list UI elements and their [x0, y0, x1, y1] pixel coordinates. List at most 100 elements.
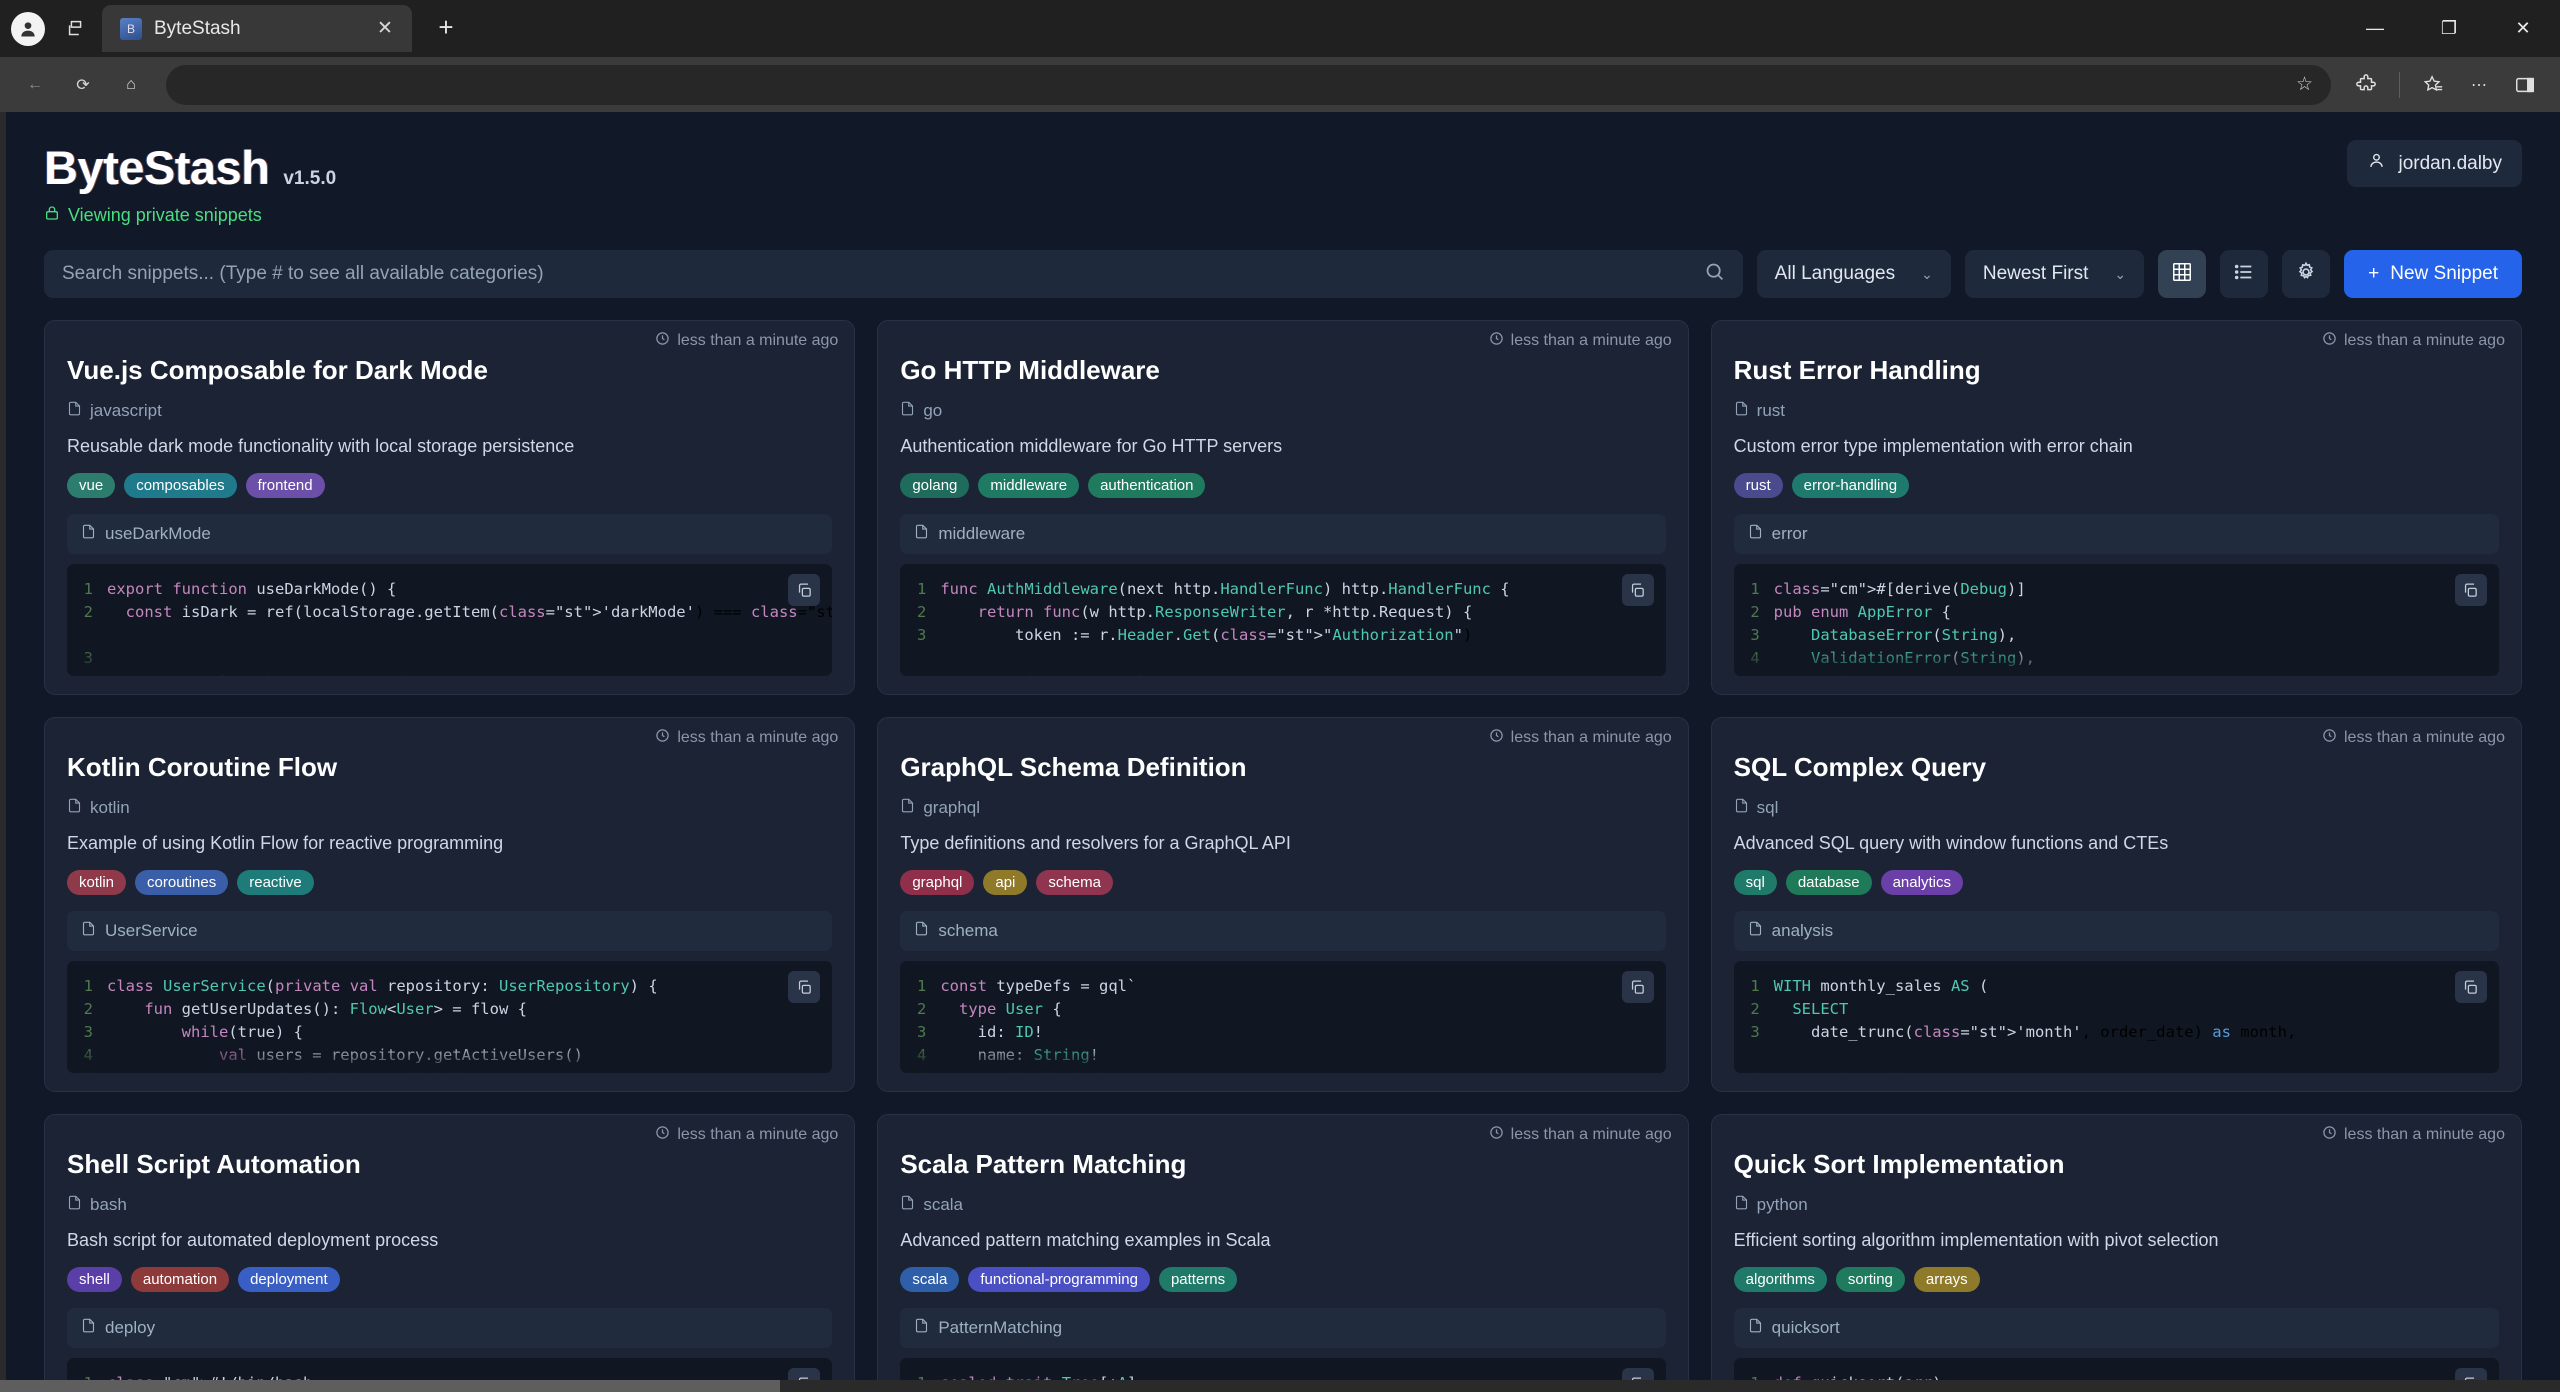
copy-icon[interactable]	[788, 971, 820, 1003]
copy-icon[interactable]	[1622, 574, 1654, 606]
snippet-tag[interactable]: arrays	[1914, 1267, 1980, 1292]
search-input[interactable]: Search snippets... (Type # to see all av…	[44, 250, 1743, 298]
snippet-card[interactable]: less than a minute ago Kotlin Coroutine …	[44, 717, 855, 1092]
copy-icon[interactable]	[2455, 971, 2487, 1003]
snippet-code-preview: 1 WITH monthly_sales AS ( 2 SELECT 3 dat…	[1734, 961, 2499, 1073]
private-notice-label: Viewing private snippets	[68, 205, 262, 226]
snippet-card[interactable]: less than a minute ago GraphQL Schema De…	[877, 717, 1688, 1092]
profile-button[interactable]	[6, 7, 50, 51]
snippet-tag[interactable]: kotlin	[67, 870, 126, 895]
snippet-tag[interactable]: automation	[131, 1267, 229, 1292]
line-number: 2	[67, 601, 107, 647]
home-icon[interactable]: ⌂	[110, 64, 152, 106]
minimize-icon[interactable]: —	[2338, 0, 2412, 57]
new-tab-button[interactable]: +	[424, 6, 468, 50]
snippet-tag[interactable]: deployment	[238, 1267, 340, 1292]
tab-groups-icon[interactable]	[54, 7, 98, 51]
file-icon	[900, 797, 915, 819]
snippet-tag[interactable]: composables	[124, 473, 236, 498]
back-icon[interactable]: ←	[14, 64, 56, 106]
snippet-card-header: less than a minute ago	[878, 718, 1687, 748]
snippet-tag[interactable]: algorithms	[1734, 1267, 1827, 1292]
sort-label: Newest First	[1983, 263, 2089, 285]
snippet-language: sql	[1734, 797, 2499, 819]
bookmark-star-icon[interactable]: ☆	[2296, 73, 2313, 96]
snippet-card[interactable]: less than a minute ago Scala Pattern Mat…	[877, 1114, 1688, 1392]
snippet-description: Reusable dark mode functionality with lo…	[67, 436, 832, 457]
snippet-title: Scala Pattern Matching	[900, 1149, 1665, 1180]
snippet-fragment-label: error	[1772, 524, 1808, 544]
snippet-card[interactable]: less than a minute ago Rust Error Handli…	[1711, 320, 2522, 695]
close-icon[interactable]: ✕	[370, 14, 400, 44]
user-menu-button[interactable]: jordan.dalby	[2347, 140, 2522, 187]
extensions-icon[interactable]	[2345, 64, 2387, 106]
sidebar-toggle-icon[interactable]	[2504, 64, 2546, 106]
more-options-icon[interactable]: ⋯	[2458, 64, 2500, 106]
snippet-tag[interactable]: patterns	[1159, 1267, 1237, 1292]
snippet-tag[interactable]: frontend	[246, 473, 325, 498]
snippet-tag[interactable]: vue	[67, 473, 115, 498]
timestamp-label: less than a minute ago	[677, 729, 838, 747]
snippet-fragment-header: PatternMatching	[900, 1308, 1665, 1348]
chevron-down-icon: ⌄	[1921, 266, 1933, 283]
snippet-timestamp: less than a minute ago	[1489, 331, 1672, 351]
favorites-icon[interactable]	[2412, 64, 2454, 106]
address-bar[interactable]: ☆	[166, 65, 2331, 105]
language-filter-label: All Languages	[1775, 263, 1895, 285]
snippet-tag[interactable]: schema	[1036, 870, 1113, 895]
settings-button[interactable]	[2282, 250, 2330, 298]
snippet-card[interactable]: less than a minute ago SQL Complex Query…	[1711, 717, 2522, 1092]
snippet-tag[interactable]: analytics	[1881, 870, 1963, 895]
code-text: fun getUserUpdates(): Flow<User> = flow …	[107, 998, 527, 1021]
grid-view-button[interactable]	[2158, 250, 2206, 298]
copy-icon[interactable]	[788, 574, 820, 606]
private-snippets-notice: Viewing private snippets	[44, 205, 336, 226]
snippet-tag[interactable]: database	[1786, 870, 1872, 895]
sort-dropdown[interactable]: Newest First ⌄	[1965, 250, 2144, 298]
horizontal-scrollbar[interactable]	[0, 1380, 2560, 1392]
plus-icon: +	[2368, 263, 2379, 285]
snippet-tag[interactable]: rust	[1734, 473, 1783, 498]
snippet-title: Vue.js Composable for Dark Mode	[67, 355, 832, 386]
snippet-card[interactable]: less than a minute ago Vue.js Composable…	[44, 320, 855, 695]
snippet-tag[interactable]: middleware	[978, 473, 1079, 498]
brand-block: ByteStash v1.5.0 Viewing private snippet…	[44, 140, 336, 226]
snippet-card[interactable]: less than a minute ago Shell Script Auto…	[44, 1114, 855, 1392]
browser-tab[interactable]: B ByteStash ✕	[102, 5, 412, 52]
snippet-code-preview: 1 class="cm">#[derive(Debug)] 2 pub enum…	[1734, 564, 2499, 676]
snippet-tag[interactable]: sorting	[1836, 1267, 1905, 1292]
snippet-language: kotlin	[67, 797, 832, 819]
reload-icon[interactable]: ⟳	[62, 64, 104, 106]
snippet-tag[interactable]: graphql	[900, 870, 974, 895]
line-number: 1	[67, 975, 107, 998]
snippet-description: Advanced pattern matching examples in Sc…	[900, 1230, 1665, 1251]
snippet-card[interactable]: less than a minute ago Go HTTP Middlewar…	[877, 320, 1688, 695]
search-icon[interactable]	[1704, 261, 1725, 287]
snippet-tags: algorithms sorting arrays	[1734, 1267, 2499, 1292]
snippet-card-body: Rust Error Handling rust Custom error ty…	[1712, 351, 2521, 676]
file-icon	[81, 920, 96, 942]
snippet-tag[interactable]: scala	[900, 1267, 959, 1292]
window-close-icon[interactable]: ✕	[2486, 0, 2560, 57]
scrollbar-thumb[interactable]	[0, 1380, 780, 1392]
snippet-tag[interactable]: golang	[900, 473, 969, 498]
snippet-tag[interactable]: reactive	[237, 870, 314, 895]
bytestash-app: ByteStash v1.5.0 Viewing private snippet…	[0, 112, 2560, 1392]
snippet-tag[interactable]: authentication	[1088, 473, 1205, 498]
snippet-tag[interactable]: sql	[1734, 870, 1777, 895]
snippet-tag[interactable]: api	[983, 870, 1027, 895]
copy-icon[interactable]	[1622, 971, 1654, 1003]
snippet-tag[interactable]: coroutines	[135, 870, 228, 895]
list-view-button[interactable]	[2220, 250, 2268, 298]
new-snippet-button[interactable]: + New Snippet	[2344, 250, 2522, 298]
code-text: WITH monthly_sales AS (	[1774, 975, 1989, 998]
snippet-tag[interactable]: error-handling	[1792, 473, 1909, 498]
code-line: 2 pub enum AppError {	[1734, 601, 2499, 624]
file-icon	[1734, 797, 1749, 819]
language-filter-dropdown[interactable]: All Languages ⌄	[1757, 250, 1951, 298]
maximize-icon[interactable]: ❐	[2412, 0, 2486, 57]
snippet-tag[interactable]: shell	[67, 1267, 122, 1292]
snippet-card[interactable]: less than a minute ago Quick Sort Implem…	[1711, 1114, 2522, 1392]
copy-icon[interactable]	[2455, 574, 2487, 606]
snippet-tag[interactable]: functional-programming	[968, 1267, 1150, 1292]
